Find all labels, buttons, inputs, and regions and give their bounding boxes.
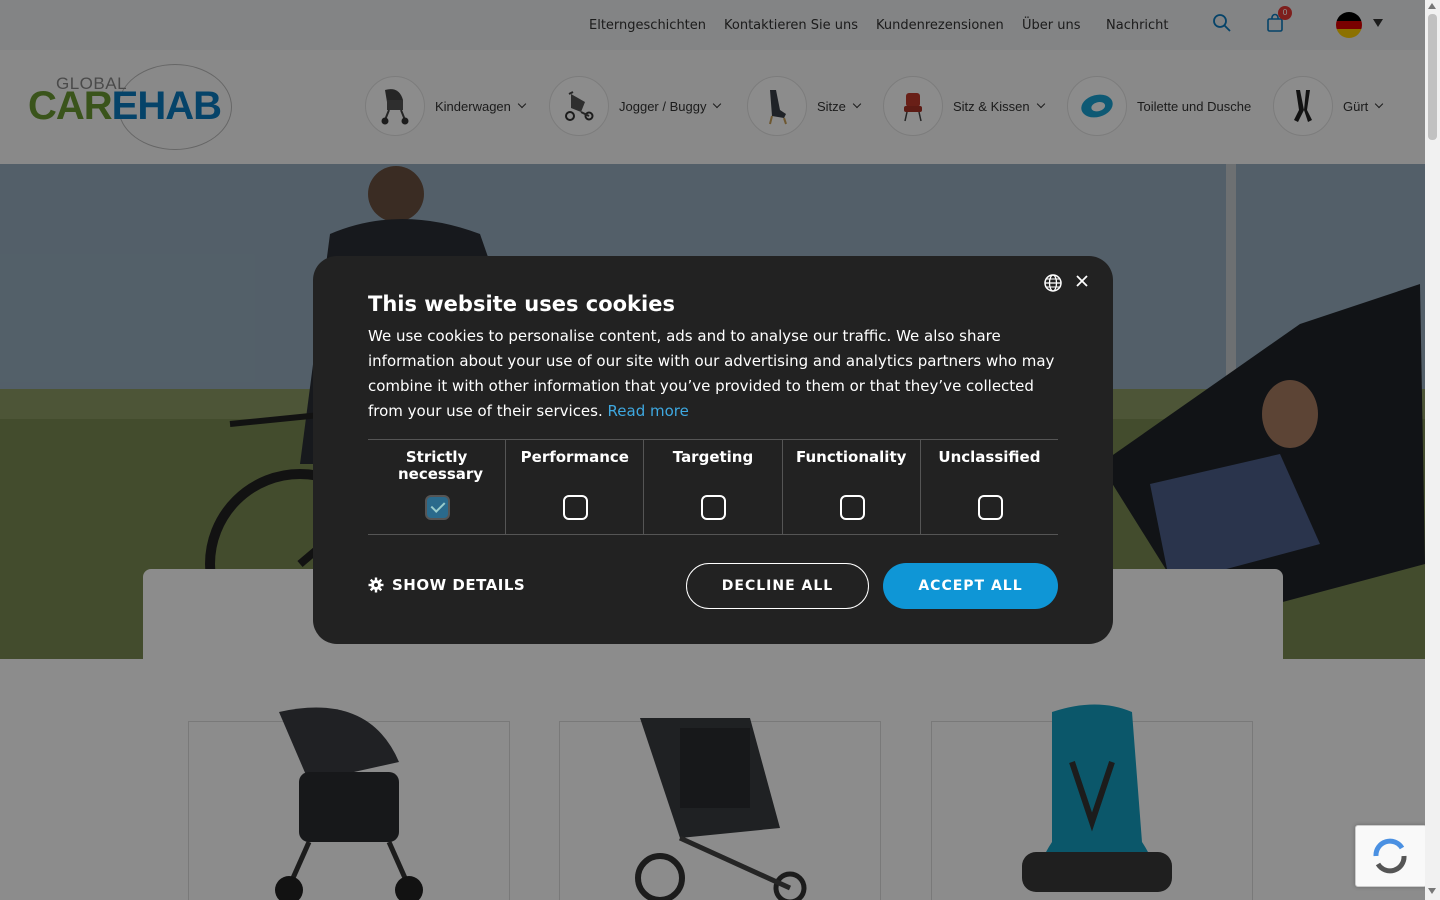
recaptcha-icon [1373, 838, 1407, 874]
cookie-consent-dialog: This website uses cookies We use cookies… [313, 256, 1113, 644]
cookie-category-label: Targeting [672, 448, 754, 466]
cookie-category-table: Strictly necessary Performance Targeting… [368, 439, 1058, 535]
cookie-dialog-title: This website uses cookies [368, 292, 675, 316]
cookie-category-strictly-necessary: Strictly necessary [368, 440, 507, 534]
cookie-category-label: Strictly necessary [398, 448, 484, 483]
strictly-necessary-checkbox[interactable] [425, 495, 450, 520]
performance-checkbox[interactable] [563, 495, 589, 520]
functionality-checkbox[interactable] [839, 495, 865, 520]
page-scrollbar[interactable] [1425, 0, 1440, 900]
cookie-dialog-text: We use cookies to personalise content, a… [368, 327, 1055, 420]
globe-icon[interactable] [1043, 273, 1063, 293]
read-more-link[interactable]: Read more [608, 402, 689, 420]
scrollbar-thumb[interactable] [1428, 14, 1437, 140]
close-icon[interactable] [1074, 273, 1090, 289]
cookie-dialog-body: We use cookies to personalise content, a… [368, 324, 1068, 424]
recaptcha-badge[interactable] [1355, 825, 1427, 887]
show-details-label: SHOW DETAILS [392, 576, 526, 594]
cookie-category-unclassified: Unclassified [921, 440, 1058, 534]
cookie-category-performance: Performance [506, 440, 645, 534]
targeting-checkbox[interactable] [701, 495, 727, 520]
scroll-down-arrow-icon[interactable] [1428, 888, 1436, 894]
decline-all-button[interactable]: DECLINE ALL [686, 563, 869, 609]
accept-all-button[interactable]: ACCEPT ALL [883, 563, 1058, 609]
cookie-category-label: Functionality [796, 448, 907, 466]
scroll-up-arrow-icon[interactable] [1428, 3, 1436, 9]
show-details-toggle[interactable]: SHOW DETAILS [368, 576, 525, 594]
cookie-category-label: Unclassified [938, 448, 1041, 466]
cookie-category-functionality: Functionality [783, 440, 921, 534]
cookie-category-label: Performance [520, 448, 629, 466]
gear-icon [368, 577, 384, 593]
cookie-category-targeting: Targeting [644, 440, 783, 534]
unclassified-checkbox[interactable] [977, 495, 1003, 520]
